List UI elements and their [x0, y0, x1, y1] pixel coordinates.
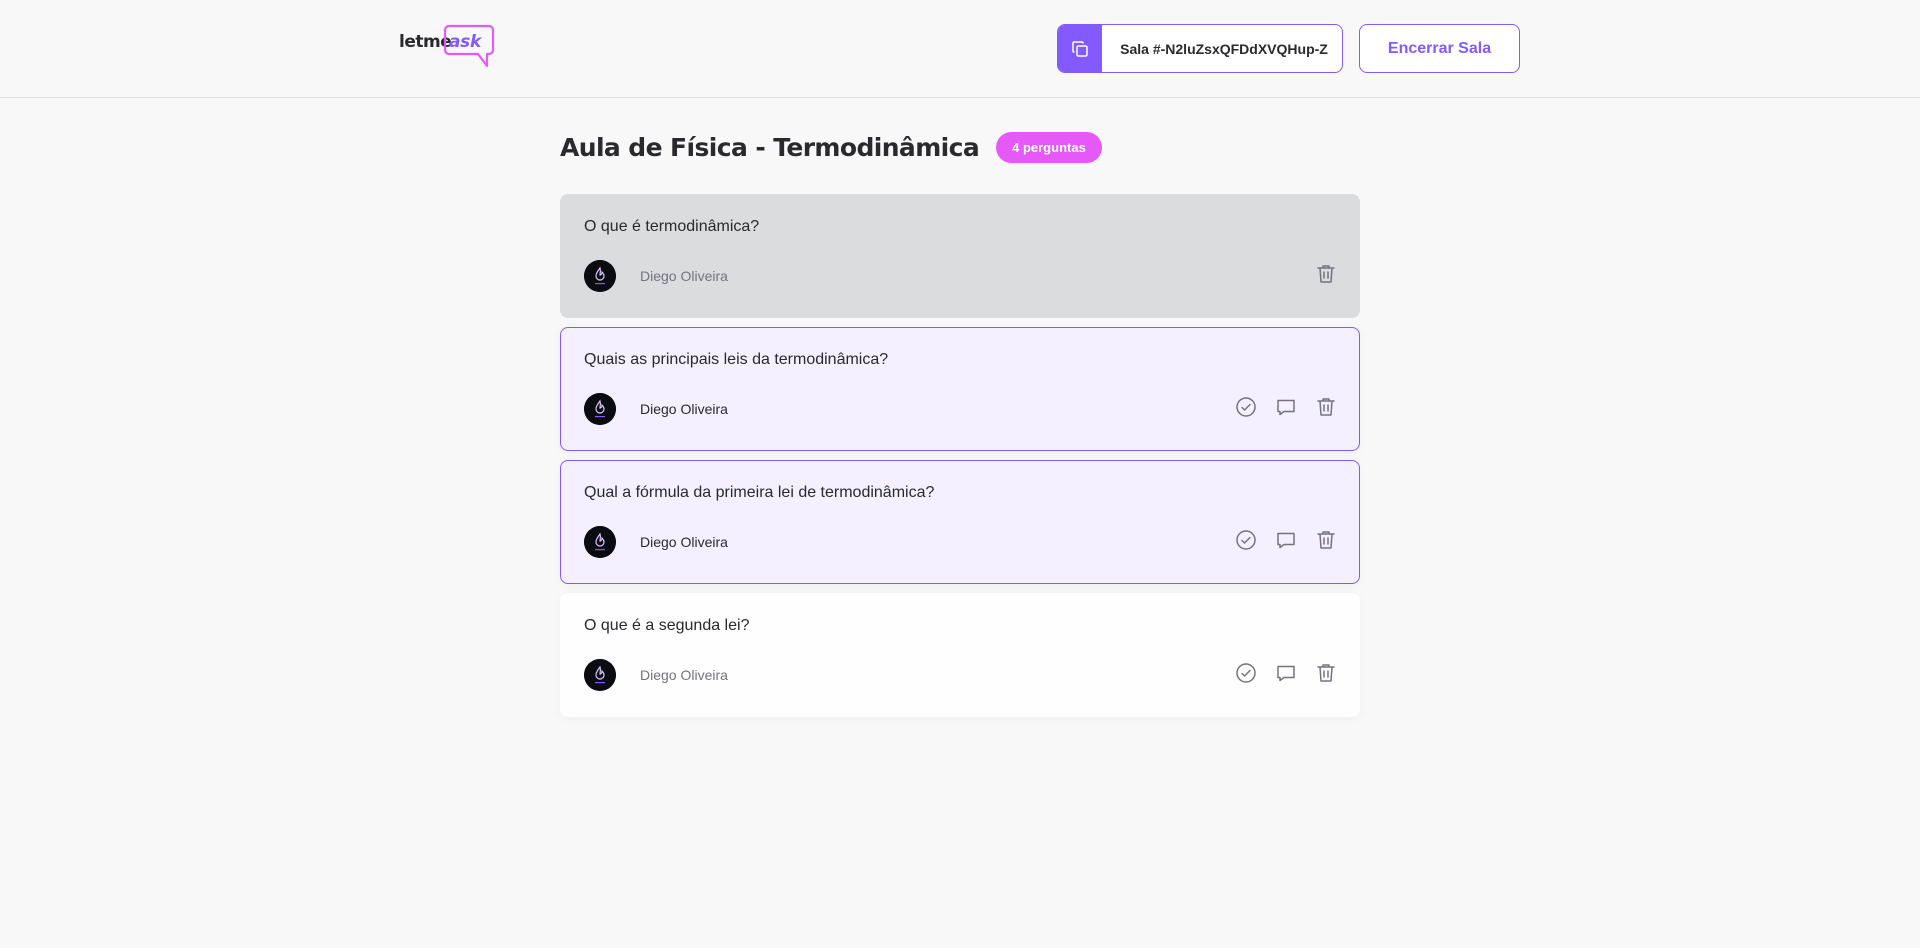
question-content: O que é termodinâmica?: [584, 218, 760, 235]
main-content: Aula de Física - Termodinâmica 4 pergunt…: [560, 98, 1360, 726]
avatar: [584, 659, 616, 691]
question-author: Diego Oliveira: [584, 393, 728, 425]
avatar: [584, 526, 616, 558]
trash-icon[interactable]: [1314, 661, 1338, 685]
author-name: Diego Oliveira: [640, 268, 728, 284]
letmeask-logo[interactable]: letme ask: [399, 24, 495, 70]
question-actions: [1234, 528, 1338, 552]
author-name: Diego Oliveira: [640, 401, 728, 417]
room-title: Aula de Física - Termodinâmica: [560, 132, 980, 162]
question-card: Qual a fórmula da primeira lei de termod…: [560, 460, 1360, 584]
room-code-label: Sala #-N2luZsxQFDdXVQHup-Z: [1120, 40, 1328, 57]
logo-text-ask: ask: [449, 32, 481, 52]
author-name: Diego Oliveira: [640, 667, 728, 683]
question-author: Diego Oliveira: [584, 260, 728, 292]
trash-icon[interactable]: [1314, 528, 1338, 552]
question-list: O que é termodinâmica? Diego Oliveira Qu…: [560, 194, 1360, 717]
chat-icon[interactable]: [1274, 528, 1298, 552]
room-title-row: Aula de Física - Termodinâmica 4 pergunt…: [560, 131, 1360, 163]
trash-icon[interactable]: [1314, 262, 1338, 286]
avatar: [584, 260, 616, 292]
question-card: O que é a segunda lei? Diego Oliveira: [560, 593, 1360, 717]
copy-icon: [1058, 25, 1102, 72]
check-circle-icon[interactable]: [1234, 395, 1258, 419]
question-author: Diego Oliveira: [584, 659, 728, 691]
room-code-button[interactable]: Sala #-N2luZsxQFDdXVQHup-Z: [1057, 24, 1343, 73]
chat-icon[interactable]: [1274, 661, 1298, 685]
question-actions: [1234, 661, 1338, 685]
question-author: Diego Oliveira: [584, 526, 728, 558]
question-content: O que é a segunda lei?: [584, 617, 750, 634]
page-header: letme ask Sala #-N2luZsxQFDdXVQHup-Z Enc…: [0, 0, 1920, 98]
author-name: Diego Oliveira: [640, 534, 728, 550]
question-actions: [1234, 395, 1338, 419]
question-card: O que é termodinâmica? Diego Oliveira: [560, 194, 1360, 318]
question-count-badge: 4 perguntas: [996, 131, 1102, 163]
question-actions: [1314, 262, 1338, 286]
check-circle-icon[interactable]: [1234, 528, 1258, 552]
check-circle-icon[interactable]: [1234, 661, 1258, 685]
question-content: Quais as principais leis da termodinâmic…: [584, 351, 889, 368]
end-room-button[interactable]: Encerrar Sala: [1359, 24, 1520, 73]
trash-icon[interactable]: [1314, 395, 1338, 419]
chat-icon[interactable]: [1274, 395, 1298, 419]
question-card: Quais as principais leis da termodinâmic…: [560, 327, 1360, 451]
question-content: Qual a fórmula da primeira lei de termod…: [584, 484, 935, 501]
avatar: [584, 393, 616, 425]
